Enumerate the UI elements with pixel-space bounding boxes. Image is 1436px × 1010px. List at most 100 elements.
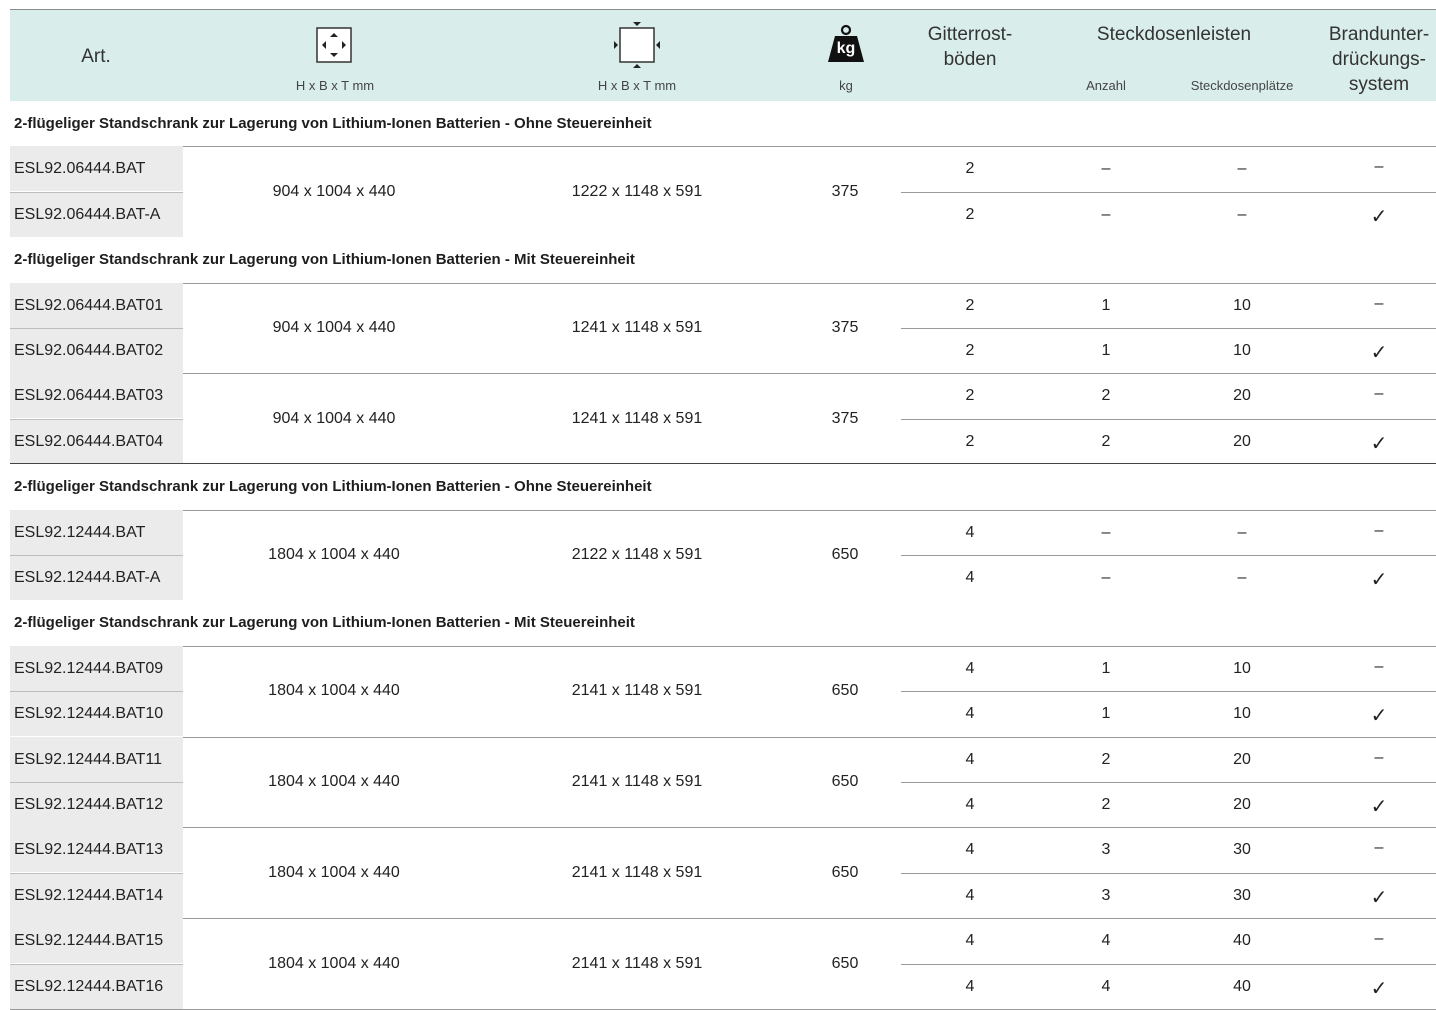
article-number: ESL92.12444.BAT [14,524,146,541]
socket-count-value: 4 [1101,932,1111,949]
inner-dimensions-value: 1804 x 1004 x 440 [268,682,400,699]
shelves-value: 2 [965,206,975,223]
weight-icon: kg [826,24,866,64]
shelves-value: 4 [965,932,975,949]
inner-dimensions-icon [316,27,352,63]
article-cell: ESL92.12444.BAT-A [10,555,183,600]
group-heading: 2-flügeliger Standschrank zur Lagerung v… [10,464,1436,510]
row-divider-partial [901,691,1436,692]
weight-icon-text: kg [836,40,856,57]
socket-count-value: 1 [1101,705,1111,722]
article-number: ESL92.12444.BAT14 [14,887,164,904]
article-number: ESL92.06444.BAT [14,160,146,177]
outer-dimensions-value: 1241 x 1148 x 591 [571,410,703,427]
outer-dimensions-value: 2141 x 1148 x 591 [571,682,703,699]
header-sockets-places: Steckdosenplätze [1190,78,1294,93]
article-divider [10,419,183,420]
group-heading: 2-flügeliger Standschrank zur Lagerung v… [10,600,1436,646]
article-cell: ESL92.12444.BAT15 [10,918,183,963]
table-row: ESL92.12444.BAT09 4 1 10 – [10,646,1436,691]
row-divider-partial [901,419,1436,420]
fire-suppression-value: – [1374,295,1384,312]
article-number: ESL92.12444.BAT15 [14,932,164,949]
socket-count-value: 2 [1101,751,1111,768]
article-cell: ESL92.12444.BAT12 [10,782,183,827]
fire-suppression-value: – [1374,522,1384,539]
outer-dimensions-value: 2141 x 1148 x 591 [571,955,703,972]
group-heading: 2-flügeliger Standschrank zur Lagerung v… [10,101,1436,146]
socket-places-value: 20 [1233,387,1251,404]
header-shelves-2: böden [943,49,997,70]
article-divider [10,964,183,965]
table-row: ESL92.12444.BAT10 4 1 10 ✓ [10,691,1436,736]
shelves-value: 4 [965,660,975,677]
table-row: ESL92.06444.BAT01 2 1 10 – [10,283,1436,328]
socket-places-value: 10 [1233,342,1251,359]
socket-places-value: – [1237,569,1247,586]
article-cell: ESL92.06444.BAT [10,146,183,191]
article-divider [10,555,183,556]
fire-suppression-value: ✓ [1370,887,1388,909]
article-number: ESL92.12444.BAT13 [14,841,164,858]
socket-count-value: 2 [1101,387,1111,404]
table-row: ESL92.12444.BAT15 4 4 40 – [10,918,1436,963]
group-heading-text: 2-flügeliger Standschrank zur Lagerung v… [14,251,635,269]
article-cell: ESL92.12444.BAT [10,510,183,555]
outer-dimensions-value: 1222 x 1148 x 591 [571,183,703,200]
socket-count-value: 1 [1101,660,1111,677]
article-divider [10,328,183,329]
fire-suppression-value: ✓ [1370,705,1388,727]
inner-dimensions-value: 904 x 1004 x 440 [272,319,396,336]
article-number: ESL92.06444.BAT02 [14,342,164,359]
shelves-value: 4 [965,978,975,995]
article-cell: ESL92.12444.BAT13 [10,827,183,872]
inner-dimensions-value: 1804 x 1004 x 440 [268,773,400,790]
shelves-value: 4 [965,796,975,813]
socket-places-value: – [1237,206,1247,223]
article-cell: ESL92.12444.BAT09 [10,646,183,691]
socket-count-value: 1 [1101,297,1111,314]
socket-count-value: 3 [1101,887,1111,904]
shelves-value: 4 [965,887,975,904]
shelves-value: 4 [965,569,975,586]
group-heading-text: 2-flügeliger Standschrank zur Lagerung v… [14,115,652,132]
row-divider-partial [901,873,1436,874]
shelves-value: 2 [965,160,975,177]
weight-value: 650 [831,682,859,699]
shelves-value: 2 [965,387,975,404]
article-number: ESL92.12444.BAT12 [14,796,164,813]
group-heading: 2-flügeliger Standschrank zur Lagerung v… [10,237,1436,283]
header-outer-dims: H x B x T mm [597,78,677,93]
header-fire-1: Brandunter- [1328,24,1430,45]
article-divider [10,192,183,193]
socket-places-value: 40 [1233,932,1251,949]
fire-suppression-value: ✓ [1370,433,1388,455]
header-inner-dims: H x B x T mm [295,78,375,93]
socket-places-value: 10 [1233,297,1251,314]
socket-count-value: – [1101,160,1111,177]
header-weight-unit: kg [839,78,853,93]
shelves-value: 2 [965,297,975,314]
article-cell: ESL92.12444.BAT14 [10,873,183,918]
shelves-value: 4 [965,705,975,722]
article-cell: ESL92.12444.BAT11 [10,737,183,782]
inner-dimensions-value: 904 x 1004 x 440 [272,183,396,200]
table-row: ESL92.12444.BAT14 4 3 30 ✓ [10,873,1436,918]
row-divider-partial [901,555,1436,556]
outer-dimensions-value: 1241 x 1148 x 591 [571,319,703,336]
table-row: ESL92.06444.BAT-A 2 – – ✓ [10,192,1436,237]
table-row: ESL92.06444.BAT 2 – – – [10,146,1436,191]
fire-suppression-value: – [1374,839,1384,856]
article-cell: ESL92.12444.BAT16 [10,964,183,1009]
article-number: ESL92.12444.BAT11 [14,751,162,768]
outer-dimensions-value: 2141 x 1148 x 591 [571,773,703,790]
socket-places-value: 20 [1233,433,1251,450]
weight-value: 375 [831,183,859,200]
fire-suppression-value: ✓ [1370,206,1388,228]
socket-places-value: 10 [1233,705,1251,722]
shelves-value: 4 [965,751,975,768]
article-cell: ESL92.06444.BAT03 [10,373,183,418]
article-cell: ESL92.06444.BAT-A [10,192,183,237]
table-row: ESL92.12444.BAT16 4 4 40 ✓ [10,964,1436,1009]
socket-places-value: – [1237,160,1247,177]
